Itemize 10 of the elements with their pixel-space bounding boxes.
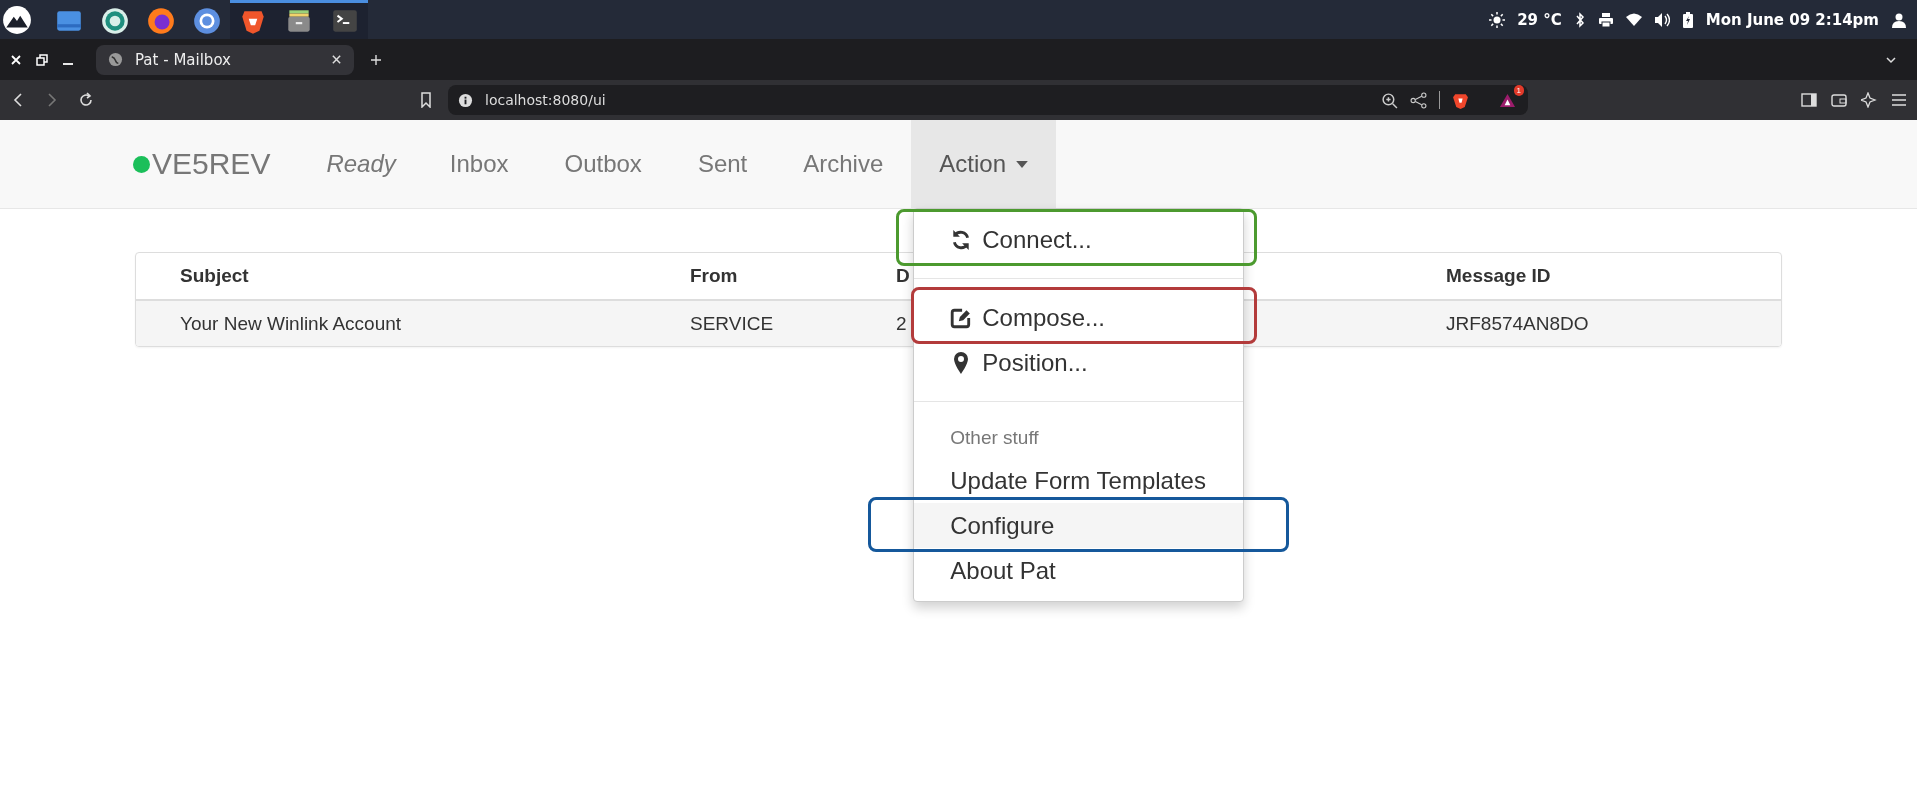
table-cell: JRF8574AN8DO — [1446, 312, 1589, 335]
tab-title: Pat - Mailbox — [135, 50, 231, 69]
notification-badge: 1 — [1513, 84, 1524, 96]
connection-status: Ready — [326, 149, 396, 179]
table-cell: 2 — [896, 312, 907, 335]
url-text: localhost:8080/ui — [485, 92, 606, 108]
table-cell: Your New Winlink Account — [180, 312, 402, 335]
menu-section-header: Other stuff — [949, 426, 1040, 450]
table-cell: SERVICE — [690, 312, 774, 335]
temperature: 29 °C — [1517, 10, 1562, 29]
